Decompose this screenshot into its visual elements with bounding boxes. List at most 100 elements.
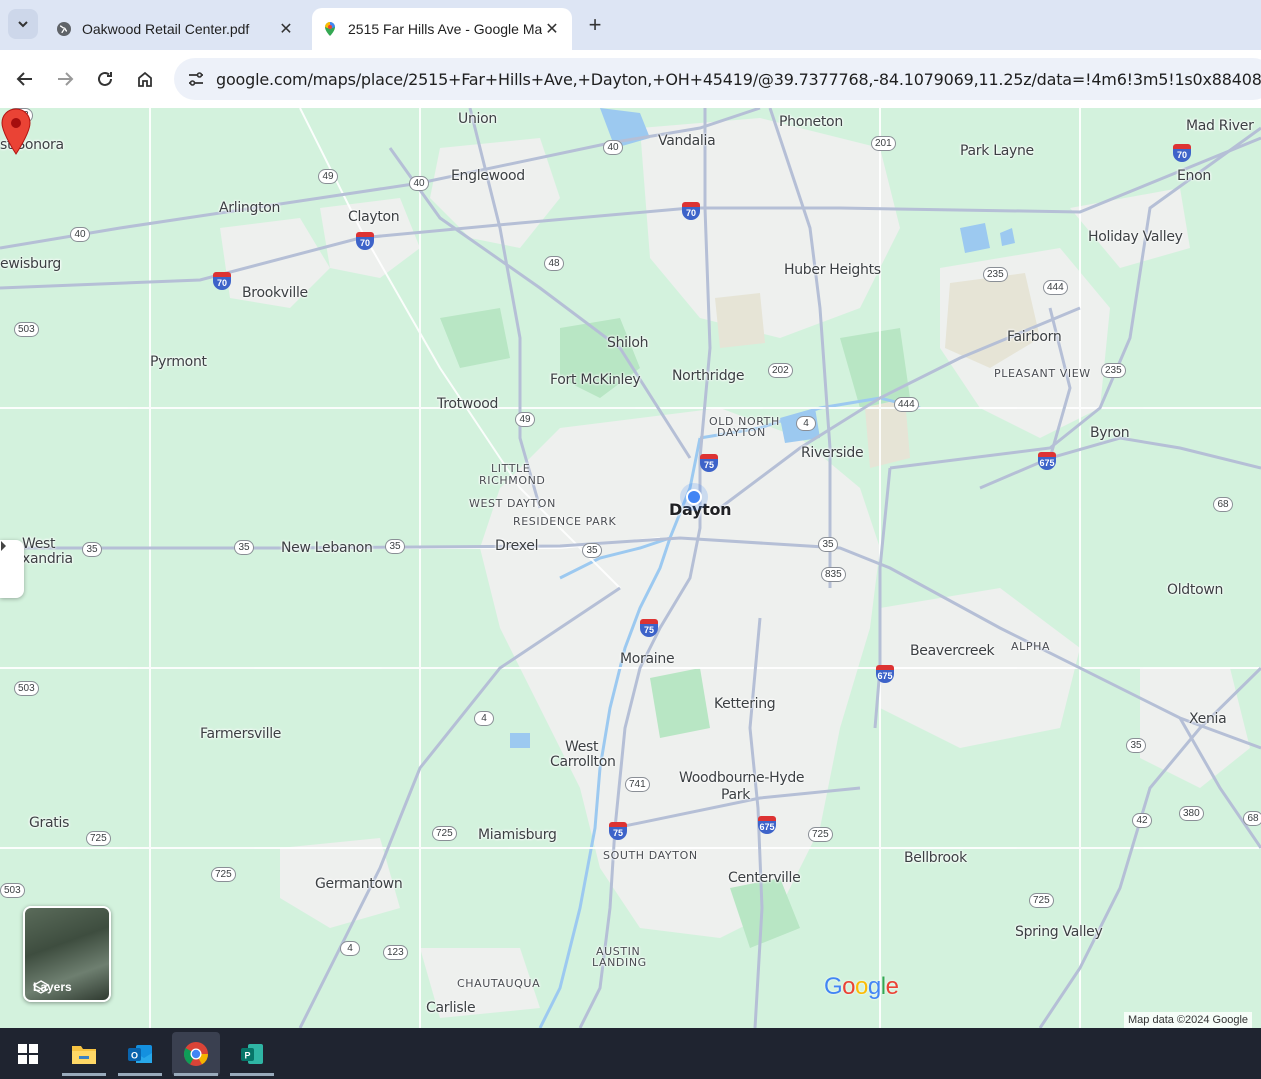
reload-button[interactable] [92, 66, 118, 92]
route-shield: 741 [625, 777, 650, 792]
map-label: Woodbourne-Hyde [679, 770, 805, 786]
route-shield: 42 [1132, 813, 1152, 828]
map-label: Pyrmont [150, 354, 207, 370]
google-logo-letter: G [824, 973, 843, 1000]
address-bar[interactable]: google.com/maps/place/2515+Far+Hills+Ave… [174, 58, 1261, 100]
map-label: Bellbrook [904, 850, 967, 866]
map-label: Mad River [1186, 118, 1254, 134]
route-shield: 444 [1043, 280, 1068, 295]
map-label: Xenia [1189, 711, 1227, 727]
svg-text:O: O [131, 1051, 138, 1061]
map-label: Park [721, 787, 751, 803]
route-shield: 202 [768, 363, 793, 378]
active-indicator [118, 1073, 162, 1076]
map-label: Englewood [451, 168, 525, 184]
route-shield: 68 [1243, 811, 1261, 826]
interstate-shield: 675 [876, 665, 894, 683]
layers-icon [33, 980, 49, 994]
map-label: Kettering [714, 696, 776, 712]
google-logo-letter: e [885, 973, 899, 1000]
outlook-icon: O [128, 1045, 152, 1063]
google-logo-letter: o [855, 973, 868, 1000]
map-label: RESIDENCE PARK [513, 515, 617, 528]
publisher-icon: P [241, 1044, 263, 1064]
back-button[interactable] [12, 66, 38, 92]
active-indicator [174, 1073, 218, 1076]
tab-google-maps[interactable]: 2515 Far Hills Ave - Google Ma ✕ [312, 8, 572, 50]
taskbar-file-explorer[interactable] [60, 1032, 108, 1076]
map-label: WEST DAYTON [469, 497, 556, 510]
tab-title: 2515 Far Hills Ave - Google Ma [348, 21, 542, 37]
map-label: Shiloh [607, 335, 649, 351]
route-shield: 48 [544, 256, 564, 271]
taskbar-outlook[interactable]: O [116, 1032, 164, 1076]
close-icon[interactable]: ✕ [276, 19, 296, 39]
new-tab-button[interactable]: + [582, 12, 608, 38]
interstate-shield: 70 [356, 232, 374, 250]
map-label: ALPHA [1011, 640, 1051, 653]
map-label: ewisburg [0, 256, 62, 272]
route-shield: 725 [432, 826, 457, 841]
site-settings-icon[interactable] [186, 69, 206, 89]
expand-side-panel-button[interactable] [0, 540, 24, 598]
chevron-down-icon [18, 21, 28, 28]
layers-button[interactable]: Layers [23, 906, 111, 1002]
route-shield: 725 [808, 827, 833, 842]
map-label: SOUTH DAYTON [603, 849, 698, 862]
route-shield: 201 [871, 136, 896, 151]
map-label: Enon [1177, 168, 1211, 184]
layers-label-group: Layers [33, 980, 72, 994]
interstate-shield: 75 [700, 454, 718, 472]
location-pin-icon[interactable] [0, 108, 32, 156]
google-maps-icon [325, 22, 335, 36]
route-shield: 4 [796, 416, 816, 431]
map-canvas[interactable]: Union Vandalia Phoneton Mad River Park L… [0, 108, 1261, 1028]
globe-icon [57, 22, 71, 36]
route-shield: 35 [1126, 738, 1146, 753]
route-shield: 35 [234, 540, 254, 555]
start-button[interactable] [4, 1032, 52, 1076]
home-icon [138, 71, 152, 87]
route-shield: 40 [409, 176, 429, 191]
route-shield: 235 [1101, 363, 1126, 378]
map-label: CHAUTAUQUA [457, 977, 541, 990]
route-shield: 35 [818, 537, 838, 552]
map-label: Centerville [728, 870, 801, 886]
windows-start-icon [18, 1044, 38, 1064]
map-label: Carlisle [426, 1000, 476, 1016]
map-label: xandria [22, 551, 73, 567]
route-shield: 503 [0, 883, 25, 898]
map-background [0, 108, 1261, 1028]
interstate-shield: 75 [609, 822, 627, 840]
route-shield: 725 [211, 867, 236, 882]
map-label: Northridge [672, 368, 745, 384]
tab-search-button[interactable] [8, 9, 38, 39]
map-label: Fairborn [1007, 329, 1062, 345]
map-attribution[interactable]: Map data ©2024 Google [1124, 1012, 1253, 1028]
map-label: Dayton [669, 500, 732, 519]
tab-pdf[interactable]: Oakwood Retail Center.pdf ✕ [46, 8, 306, 50]
taskbar-chrome[interactable] [172, 1032, 220, 1076]
map-label: RICHMOND [479, 474, 546, 487]
url-text: google.com/maps/place/2515+Far+Hills+Ave… [216, 69, 1261, 89]
map-label: Clayton [348, 209, 400, 225]
taskbar-publisher[interactable]: P [228, 1032, 276, 1076]
google-logo-letter: o [842, 973, 856, 1000]
interstate-shield: 70 [1173, 144, 1191, 162]
map-label: Moraine [620, 651, 675, 667]
google-logo: Google [824, 973, 899, 1001]
interstate-shield: 70 [213, 272, 231, 290]
active-indicator [62, 1073, 106, 1076]
route-shield: 49 [515, 412, 535, 427]
route-shield: 68 [1213, 497, 1233, 512]
route-shield: 123 [383, 945, 408, 960]
tab-bar: Oakwood Retail Center.pdf ✕ 2515 Far Hil… [0, 0, 1261, 50]
close-icon[interactable]: ✕ [542, 19, 562, 39]
route-shield: 49 [318, 169, 338, 184]
map-label: Beavercreek [910, 643, 995, 659]
map-label: Vandalia [658, 133, 716, 149]
home-button[interactable] [132, 66, 158, 92]
route-shield: 35 [582, 543, 602, 558]
map-label: Carrollton [550, 754, 616, 770]
forward-button[interactable] [52, 66, 78, 92]
